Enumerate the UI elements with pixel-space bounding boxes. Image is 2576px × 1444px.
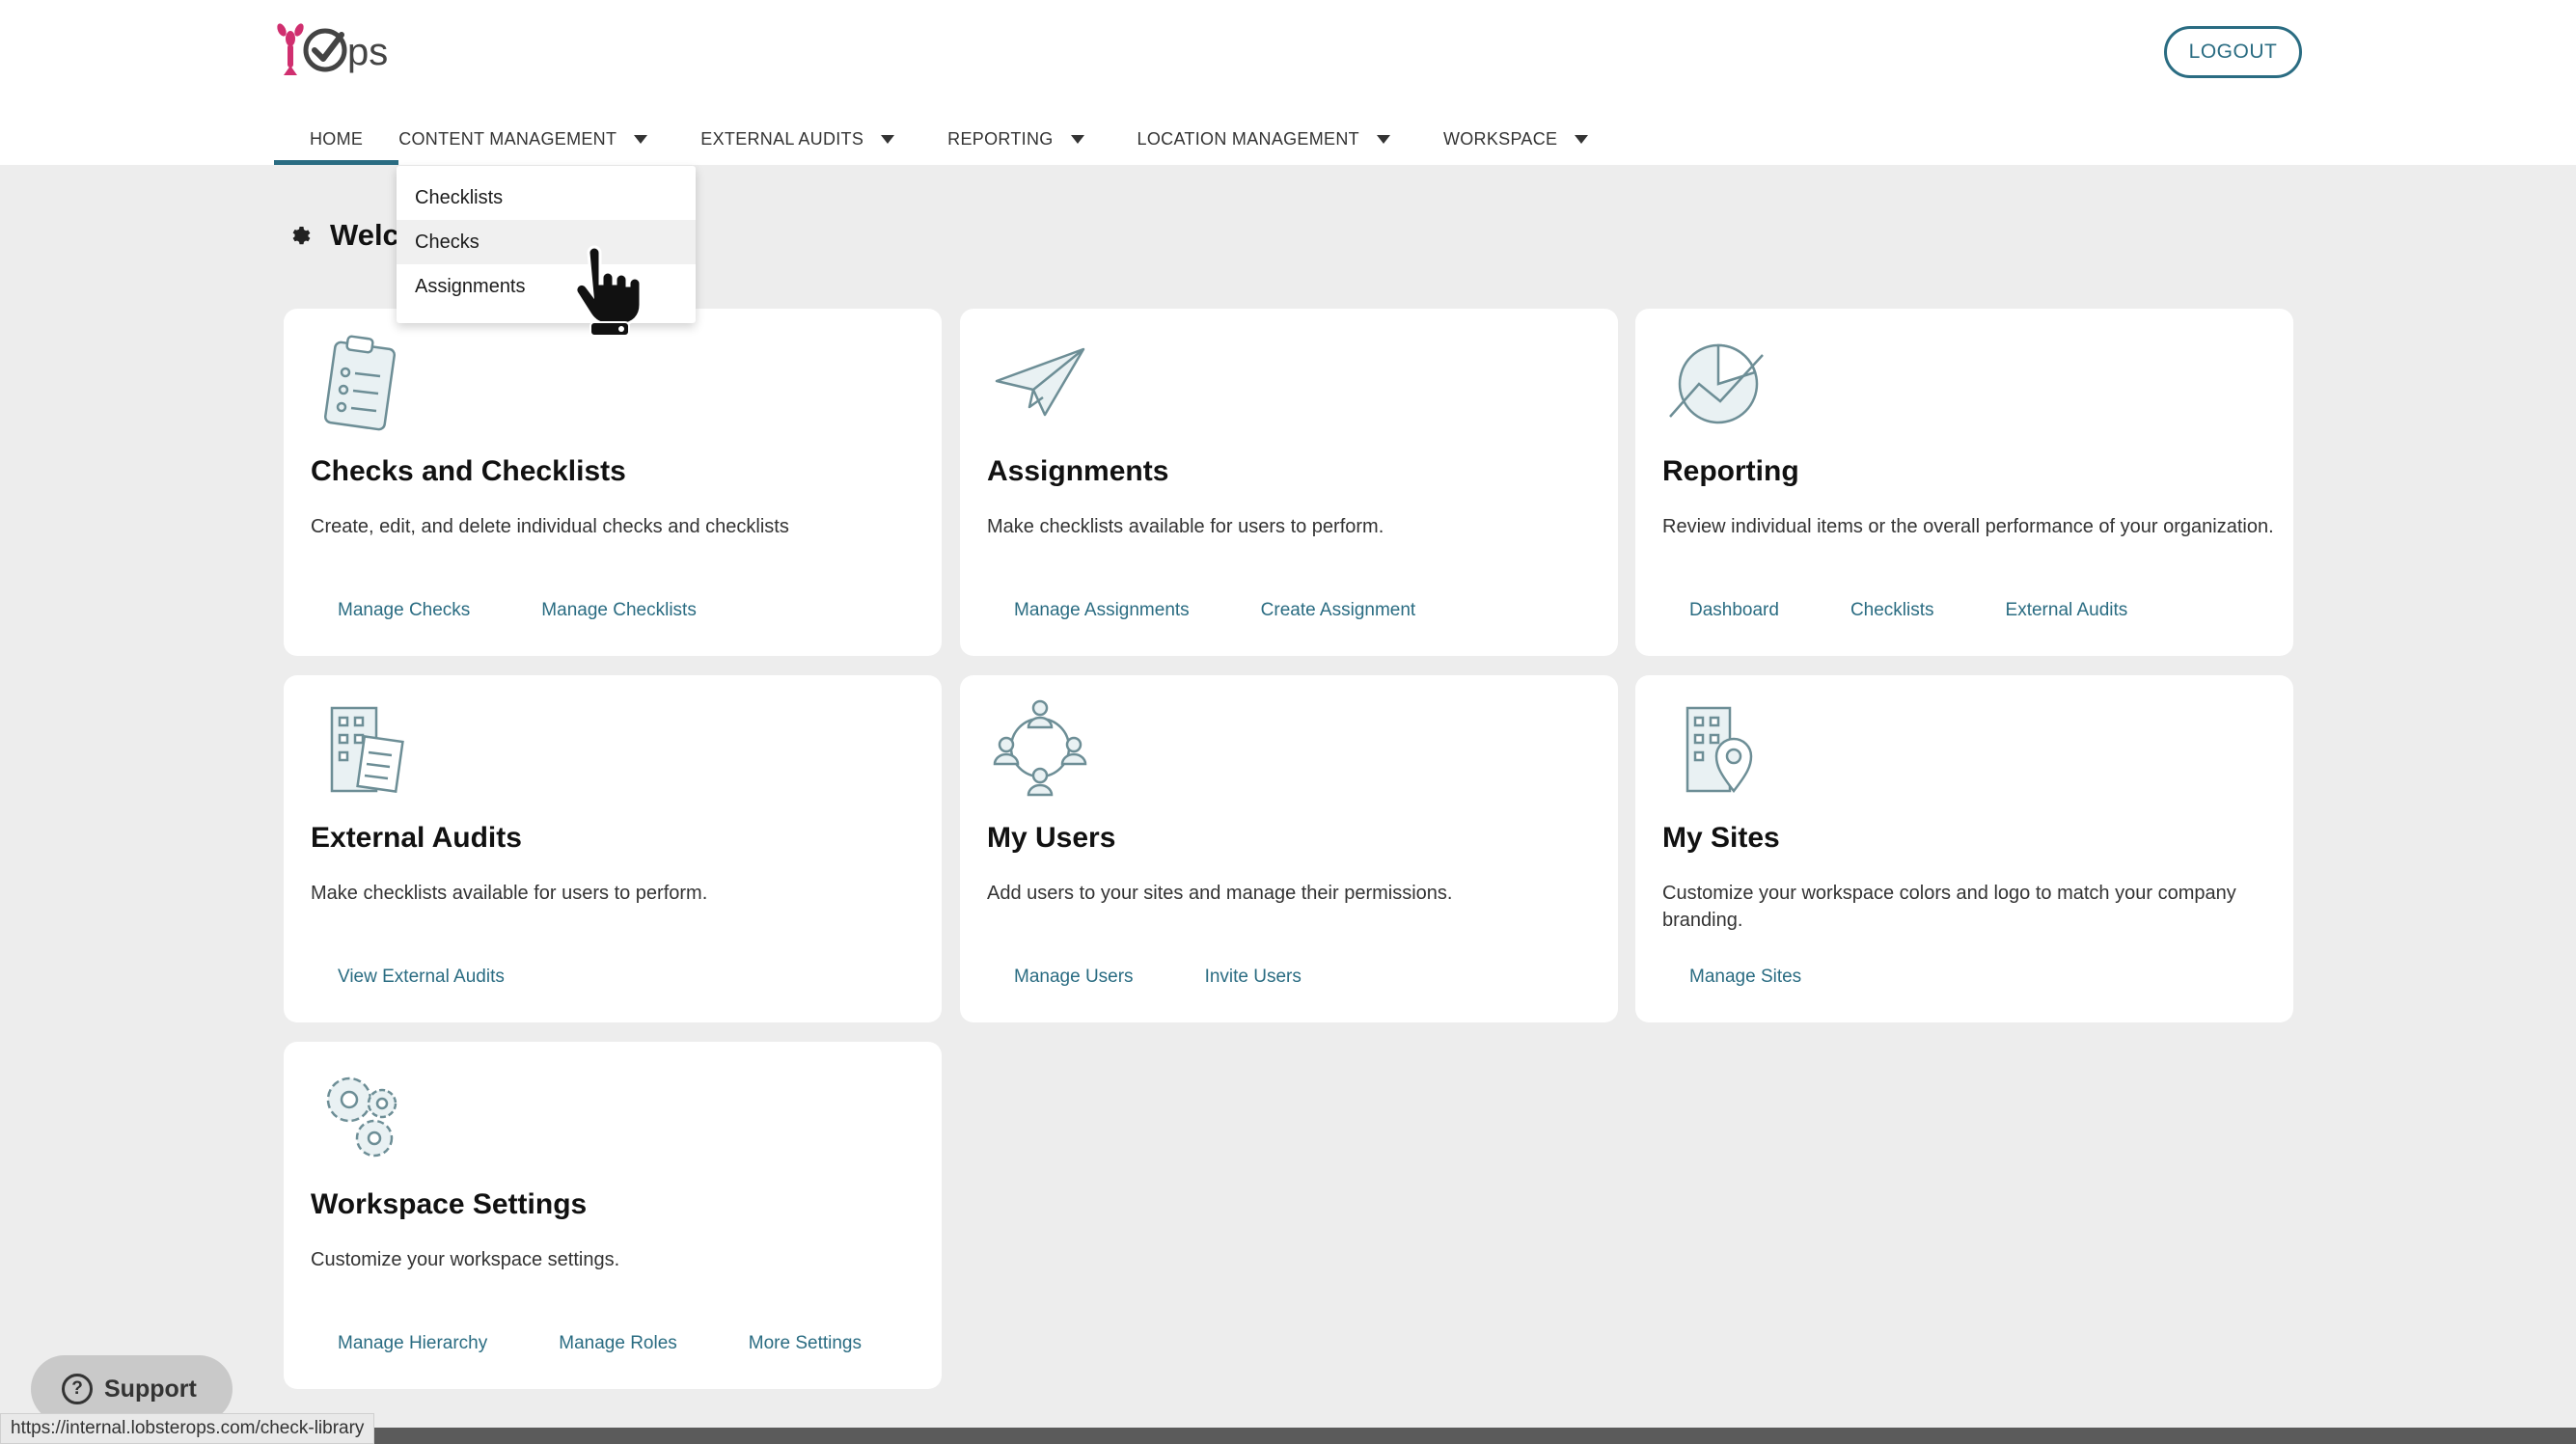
dashboard-link[interactable]: Dashboard — [1689, 600, 1779, 621]
card-description: Customize your workspace colors and logo… — [1662, 883, 2236, 931]
gears-icon — [326, 1076, 397, 1158]
card-reporting: Reporting Review individual items or the… — [1635, 309, 2293, 656]
reporting-external-audits-link[interactable]: External Audits — [2006, 600, 2128, 621]
view-external-audits-link[interactable]: View External Audits — [338, 967, 505, 988]
chevron-down-icon — [1575, 135, 1589, 144]
chevron-down-icon — [881, 135, 895, 144]
card-title: External Audits — [311, 822, 522, 854]
nav-content-management-label: CONTENT MANAGEMENT — [398, 129, 617, 149]
logout-button[interactable]: LOGOUT — [2164, 26, 2302, 78]
dropdown-item-checks[interactable]: Checks — [397, 220, 696, 264]
nav-location-management-label: LOCATION MANAGEMENT — [1137, 129, 1359, 149]
users-network-icon — [993, 699, 1087, 797]
chevron-down-icon — [1376, 135, 1390, 144]
card-links: Manage Users Invite Users — [1014, 967, 1373, 988]
card-description: Customize your workspace settings. — [311, 1249, 620, 1270]
manage-assignments-link[interactable]: Manage Assignments — [1014, 600, 1190, 621]
card-description: Make checklists available for users to p… — [987, 516, 1384, 537]
help-icon: ? — [62, 1374, 93, 1404]
welcome-title: Welc — [330, 218, 399, 252]
invite-users-link[interactable]: Invite Users — [1205, 967, 1302, 988]
card-links: Dashboard Checklists External Audits — [1689, 600, 2199, 621]
card-external-audits: External Audits Make checklists availabl… — [284, 675, 942, 1022]
card-links: Manage Checks Manage Checklists — [338, 600, 768, 621]
card-title: Workspace Settings — [311, 1188, 588, 1220]
card-links: Manage Assignments Create Assignment — [1014, 600, 1487, 621]
bottom-strip — [0, 1428, 2576, 1444]
support-label: Support — [104, 1375, 197, 1403]
nav-external-audits-label: EXTERNAL AUDITS — [700, 129, 864, 149]
manage-roles-link[interactable]: Manage Roles — [559, 1333, 677, 1354]
card-checks-and-checklists: Checks and Checklists Create, edit, and … — [284, 309, 942, 656]
lobster-ops-logo[interactable]: ps — [274, 21, 419, 81]
building-pin-icon — [1685, 706, 1753, 794]
nav-home-label: HOME — [310, 129, 364, 149]
card-assignments: Assignments Make checklists available fo… — [960, 309, 1618, 656]
card-description: Create, edit, and delete individual chec… — [311, 516, 789, 537]
card-description: Make checklists available for users to p… — [311, 883, 708, 904]
card-links: Manage Sites — [1689, 967, 1873, 988]
nav-content-management[interactable]: CONTENT MANAGEMENT — [398, 114, 648, 165]
card-description: Review individual items or the overall p… — [1662, 516, 2274, 537]
chevron-down-icon — [634, 135, 648, 144]
nav-external-audits[interactable]: EXTERNAL AUDITS — [700, 114, 895, 165]
building-document-icon — [330, 706, 404, 793]
dropdown-item-assignments[interactable]: Assignments — [397, 264, 696, 309]
manage-checks-link[interactable]: Manage Checks — [338, 600, 470, 621]
gear-icon — [292, 227, 311, 245]
card-links: View External Audits — [338, 967, 576, 988]
nav-reporting-label: REPORTING — [947, 129, 1054, 149]
welcome-heading: Welc — [289, 218, 399, 253]
card-workspace-settings: Workspace Settings Customize your worksp… — [284, 1042, 942, 1389]
top-header: ps LOGOUT HOME CONTENT MANAGEMENT EXTERN… — [0, 0, 2576, 165]
card-title: My Sites — [1662, 822, 1780, 854]
nav-home[interactable]: HOME — [274, 114, 399, 165]
svg-text:ps: ps — [347, 31, 388, 73]
card-title: Reporting — [1662, 455, 1799, 487]
card-title: Checks and Checklists — [311, 455, 626, 487]
nav-reporting[interactable]: REPORTING — [947, 114, 1084, 165]
card-title: My Users — [987, 822, 1116, 854]
card-title: Assignments — [987, 455, 1169, 487]
nav-location-management[interactable]: LOCATION MANAGEMENT — [1137, 114, 1390, 165]
chevron-down-icon — [1070, 135, 1084, 144]
manage-checklists-link[interactable]: Manage Checklists — [541, 600, 697, 621]
reporting-checklists-link[interactable]: Checklists — [1850, 600, 1934, 621]
manage-hierarchy-link[interactable]: Manage Hierarchy — [338, 1333, 487, 1354]
card-links: Manage Hierarchy Manage Roles More Setti… — [338, 1333, 933, 1354]
hand-pointer-cursor-icon — [574, 245, 643, 337]
card-description: Add users to your sites and manage their… — [987, 883, 1453, 904]
nav-workspace[interactable]: WORKSPACE — [1442, 114, 1589, 165]
card-my-users: My Users Add users to your sites and man… — [960, 675, 1618, 1022]
dropdown-item-checklists[interactable]: Checklists — [397, 176, 696, 220]
clipboard-icon — [323, 335, 397, 431]
manage-users-link[interactable]: Manage Users — [1014, 967, 1134, 988]
paper-plane-icon — [995, 347, 1085, 417]
pie-chart-icon — [1669, 343, 1764, 424]
manage-sites-link[interactable]: Manage Sites — [1689, 967, 1801, 988]
card-my-sites: My Sites Customize your workspace colors… — [1635, 675, 2293, 1022]
create-assignment-link[interactable]: Create Assignment — [1261, 600, 1416, 621]
link-status-bar: https://internal.lobsterops.com/check-li… — [0, 1413, 375, 1444]
more-settings-link[interactable]: More Settings — [749, 1333, 862, 1354]
nav-workspace-label: WORKSPACE — [1442, 129, 1558, 149]
content-management-dropdown: Checklists Checks Assignments — [397, 166, 696, 323]
main-nav: HOME CONTENT MANAGEMENT EXTERNAL AUDITS … — [274, 114, 1589, 165]
